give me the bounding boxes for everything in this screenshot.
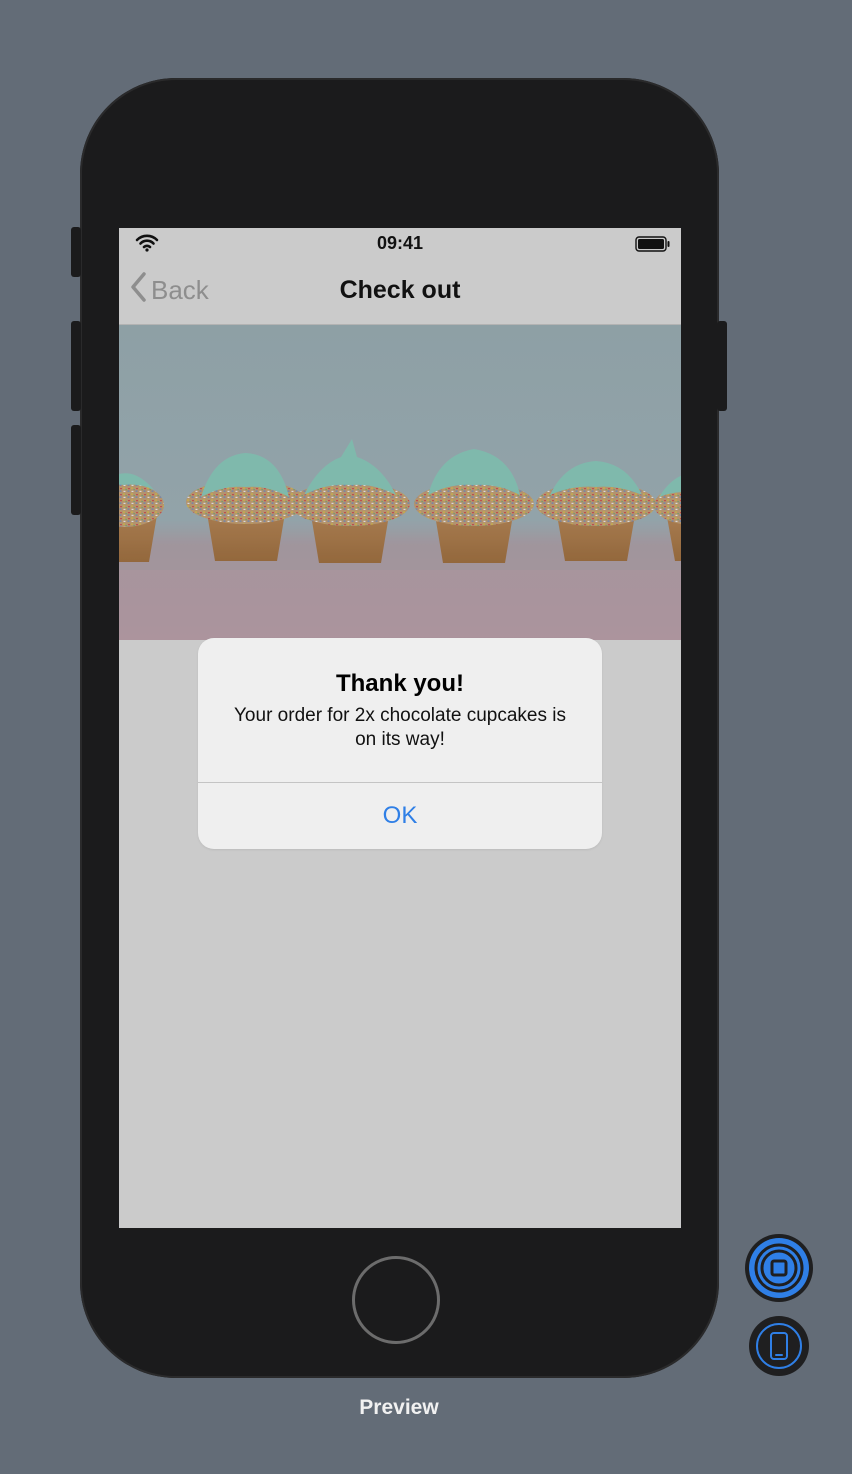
ok-button[interactable]: OK <box>198 783 602 849</box>
device-screen: 09:41 Back Check out Thank you! Your ord… <box>119 228 681 1228</box>
volume-up-button <box>71 321 81 411</box>
preview-label: Preview <box>359 1396 439 1419</box>
battery-icon <box>635 236 671 257</box>
live-preview-icon <box>745 1238 813 1306</box>
cupcakes-image <box>119 325 681 640</box>
status-bar: 09:41 <box>119 228 681 258</box>
live-preview-button[interactable] <box>745 1234 813 1302</box>
power-button <box>717 321 727 411</box>
navigation-bar: Back Check out <box>119 258 681 325</box>
alert-title: Thank you! <box>335 670 464 697</box>
silent-switch <box>71 227 81 277</box>
volume-down-button <box>71 425 81 515</box>
home-button[interactable] <box>352 1256 440 1344</box>
status-time: 09:41 <box>376 233 424 253</box>
alert-message: Your order for 2x chocolate cupcakes is … <box>234 705 566 750</box>
device-settings-button[interactable] <box>749 1316 809 1376</box>
device-icon <box>749 1323 809 1380</box>
page-title: Check out <box>339 276 461 304</box>
alert-dialog: Thank you! Your order for 2x chocolate c… <box>198 638 602 849</box>
